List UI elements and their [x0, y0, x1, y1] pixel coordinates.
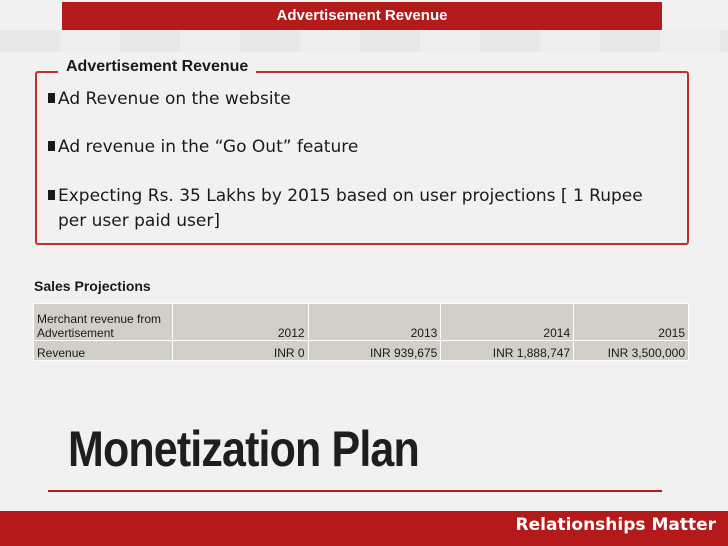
- table-cell: INR 0: [171, 340, 309, 361]
- footer-bar: Relationships Matter: [0, 511, 728, 546]
- header-label-line2: Advertisement: [37, 326, 114, 340]
- content-box-title: Advertisement Revenue: [58, 56, 257, 78]
- sales-table: Merchant revenue from Advertisement 2012…: [33, 303, 689, 361]
- slide: Advertisement Revenue Advertisement Reve…: [0, 0, 728, 546]
- header-cell: 2013: [307, 303, 442, 341]
- slide-title: Monetization Plan: [68, 421, 420, 477]
- bullet-text: Expecting Rs. 35 Lakhs by 2015 based on …: [58, 186, 643, 206]
- bullet-square-icon: [48, 141, 55, 151]
- table-header-row: Merchant revenue from Advertisement 2012…: [33, 303, 689, 341]
- table-cell: INR 1,888,747: [440, 340, 575, 361]
- header-cell: Merchant revenue from Advertisement: [33, 303, 173, 341]
- bullet-square-icon: [48, 93, 55, 103]
- bullet-item: Ad revenue in the “Go Out” feature: [48, 135, 673, 160]
- table-cell: INR 939,675: [307, 340, 442, 361]
- banner-title: Advertisement Revenue: [276, 7, 448, 24]
- table-cell: INR 3,500,000: [573, 340, 689, 361]
- table-row: Revenue INR 0 INR 939,675 INR 1,888,747 …: [33, 340, 689, 361]
- bullet-item: Ad Revenue on the website: [48, 87, 673, 112]
- title-underline: [48, 490, 662, 492]
- row-label-cell: Revenue: [33, 340, 173, 361]
- bullet-text-continuation: per user paid user]: [58, 211, 220, 231]
- header-cell: 2014: [440, 303, 575, 341]
- decorative-band: [0, 30, 728, 52]
- header-cell: 2015: [573, 303, 689, 341]
- footer-tagline: Relationships Matter: [515, 515, 716, 535]
- header-label-line1: Merchant revenue from: [37, 312, 162, 326]
- bullet-square-icon: [48, 190, 55, 200]
- sales-projections-label: Sales Projections: [34, 278, 151, 294]
- header-cell: 2012: [171, 303, 309, 341]
- bullet-item: Expecting Rs. 35 Lakhs by 2015 based on …: [48, 184, 673, 234]
- bullet-text: Ad revenue in the “Go Out” feature: [58, 137, 359, 157]
- bullet-text: Ad Revenue on the website: [58, 89, 291, 109]
- header-banner: Advertisement Revenue: [62, 2, 662, 30]
